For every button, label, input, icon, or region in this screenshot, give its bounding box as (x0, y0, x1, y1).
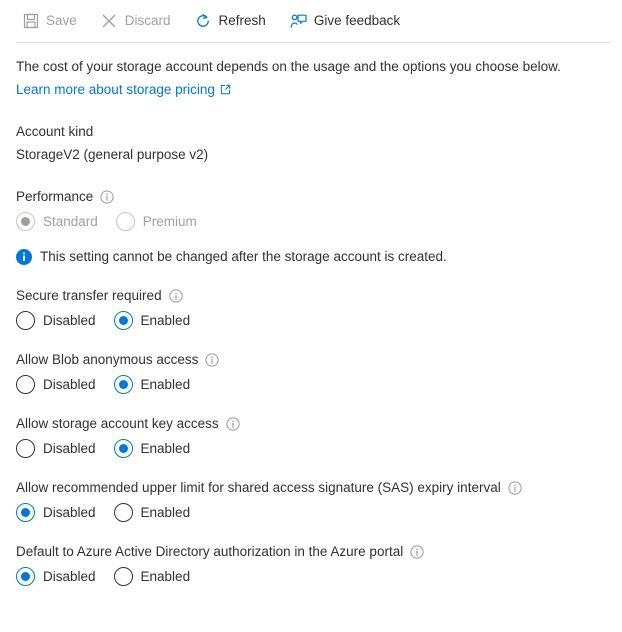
refresh-button[interactable]: Refresh (191, 5, 276, 37)
performance-option-standard: Standard (16, 212, 98, 231)
radio-mark (113, 567, 133, 586)
info-icon[interactable] (205, 352, 219, 367)
radio-mark (16, 503, 35, 522)
discard-button: Discard (97, 5, 181, 37)
default-to-aad-authorization-option-enabled[interactable]: Enabled (113, 567, 191, 586)
allow-sas-expiry-interval-upper-limit-option-disabled[interactable]: Disabled (16, 503, 96, 522)
save-icon (22, 13, 39, 30)
performance-label: Performance (16, 189, 94, 204)
external-link-icon (220, 84, 231, 95)
radio-mark (16, 375, 35, 394)
storage-pricing-link-label: Learn more about storage pricing (16, 82, 215, 97)
radio-mark (16, 439, 35, 458)
radio-mark (113, 375, 133, 394)
radio-mark (16, 567, 35, 586)
allow-storage-account-key-access-option-enabled[interactable]: Enabled (113, 439, 191, 458)
allow-storage-account-key-access-field: Allow storage account key access Disable… (16, 414, 606, 458)
info-filled-icon (16, 248, 32, 265)
account-kind-field: Account kind StorageV2 (general purpose … (16, 122, 606, 164)
allow-storage-account-key-access-radio-group: Disabled Enabled (16, 439, 606, 458)
secure-transfer-required-radio-group: Disabled Enabled (16, 311, 606, 330)
refresh-icon (195, 13, 212, 30)
default-to-aad-authorization-radio-group: Disabled Enabled (16, 567, 606, 586)
radio-mark (113, 503, 133, 522)
allow-sas-expiry-interval-upper-limit-field: Allow recommended upper limit for shared… (16, 478, 606, 522)
allow-sas-expiry-interval-upper-limit-option-disabled-label: Disabled (43, 505, 96, 520)
allow-storage-account-key-access-label-row: Allow storage account key access (16, 414, 606, 433)
allow-sas-expiry-interval-upper-limit-radio-group: Disabled Enabled (16, 503, 606, 522)
secure-transfer-required-option-enabled[interactable]: Enabled (113, 311, 191, 330)
allow-blob-anonymous-access-label-row: Allow Blob anonymous access (16, 350, 606, 369)
secure-transfer-required-label: Secure transfer required (16, 288, 162, 303)
allow-blob-anonymous-access-field: Allow Blob anonymous access Disabled Ena… (16, 350, 606, 394)
discard-icon (101, 13, 118, 30)
allow-sas-expiry-interval-upper-limit-option-enabled[interactable]: Enabled (113, 503, 191, 522)
default-to-aad-authorization-option-enabled-label: Enabled (140, 569, 191, 584)
allow-sas-expiry-interval-upper-limit-label: Allow recommended upper limit for shared… (16, 480, 501, 495)
allow-storage-account-key-access-label: Allow storage account key access (16, 416, 219, 431)
default-to-aad-authorization-option-disabled[interactable]: Disabled (16, 567, 96, 586)
allow-blob-anonymous-access-option-enabled[interactable]: Enabled (113, 375, 191, 394)
allow-blob-anonymous-access-label: Allow Blob anonymous access (16, 352, 199, 367)
allow-blob-anonymous-access-option-enabled-label: Enabled (140, 377, 191, 392)
allow-storage-account-key-access-option-disabled-label: Disabled (43, 441, 96, 456)
save-button: Save (18, 5, 87, 37)
radio-mark (16, 212, 35, 231)
default-to-aad-authorization-field: Default to Azure Active Directory author… (16, 542, 606, 586)
refresh-label: Refresh (218, 13, 266, 29)
info-icon[interactable] (226, 416, 240, 431)
allow-sas-expiry-interval-upper-limit-label-row: Allow recommended upper limit for shared… (16, 478, 606, 497)
secure-transfer-required-option-disabled[interactable]: Disabled (16, 311, 96, 330)
save-label: Save (46, 13, 77, 29)
allow-blob-anonymous-access-radio-group: Disabled Enabled (16, 375, 606, 394)
performance-info-message: This setting cannot be changed after the… (16, 247, 606, 266)
storage-pricing-link[interactable]: Learn more about storage pricing (16, 80, 231, 99)
give-feedback-button[interactable]: Give feedback (286, 5, 410, 37)
info-icon[interactable] (508, 480, 522, 495)
radio-mark (16, 311, 35, 330)
account-kind-label: Account kind (16, 124, 94, 139)
account-kind-value: StorageV2 (general purpose v2) (16, 147, 209, 162)
info-icon[interactable] (410, 544, 424, 559)
allow-sas-expiry-interval-upper-limit-option-enabled-label: Enabled (140, 505, 191, 520)
performance-option-premium-label: Premium (142, 214, 197, 229)
radio-mark (115, 212, 135, 231)
give-feedback-label: Give feedback (313, 13, 401, 29)
performance-radio-group: Standard Premium (16, 212, 606, 231)
intro-text: The cost of your storage account depends… (16, 59, 561, 74)
allow-blob-anonymous-access-option-disabled-label: Disabled (43, 377, 96, 392)
radio-mark (113, 311, 133, 330)
performance-field: Performance Standard Premium This settin… (16, 187, 606, 266)
allow-blob-anonymous-access-option-disabled[interactable]: Disabled (16, 375, 96, 394)
default-to-aad-authorization-label: Default to Azure Active Directory author… (16, 544, 404, 559)
info-icon[interactable] (100, 189, 114, 204)
allow-storage-account-key-access-option-enabled-label: Enabled (140, 441, 191, 456)
command-toolbar: Save Discard Refresh Give feedback (0, 0, 622, 42)
configuration-panel: The cost of your storage account depends… (0, 43, 622, 586)
secure-transfer-required-option-disabled-label: Disabled (43, 313, 96, 328)
performance-option-standard-label: Standard (43, 214, 98, 229)
discard-label: Discard (124, 13, 171, 29)
secure-transfer-required-option-enabled-label: Enabled (140, 313, 191, 328)
secure-transfer-required-field: Secure transfer required Disabled Enable… (16, 286, 606, 330)
performance-option-premium: Premium (115, 212, 197, 231)
default-to-aad-authorization-option-disabled-label: Disabled (43, 569, 96, 584)
feedback-icon (290, 13, 307, 30)
performance-label-row: Performance (16, 187, 606, 206)
secure-transfer-required-label-row: Secure transfer required (16, 286, 606, 305)
info-icon[interactable] (168, 288, 183, 303)
default-to-aad-authorization-label-row: Default to Azure Active Directory author… (16, 542, 606, 561)
allow-storage-account-key-access-option-disabled[interactable]: Disabled (16, 439, 96, 458)
radio-mark (113, 439, 133, 458)
performance-info-message-text: This setting cannot be changed after the… (40, 249, 447, 264)
